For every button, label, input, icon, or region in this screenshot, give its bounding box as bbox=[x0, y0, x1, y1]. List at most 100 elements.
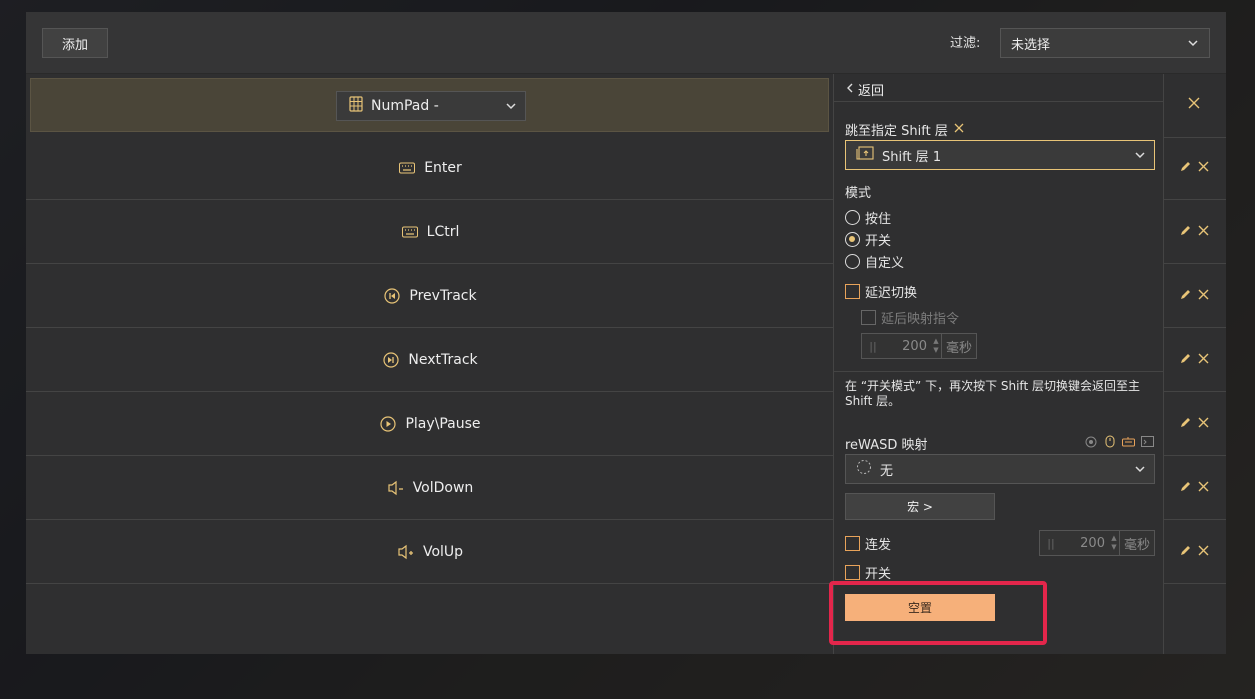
radio-icon bbox=[845, 210, 860, 225]
list-item-label: Enter bbox=[424, 159, 462, 176]
edit-icon[interactable] bbox=[1180, 545, 1191, 560]
delete-icon[interactable] bbox=[1198, 161, 1209, 176]
filter-value: 未选择 bbox=[1011, 37, 1051, 53]
drag-handle-icon[interactable]: || bbox=[1040, 537, 1062, 550]
shift-layer-icon bbox=[856, 146, 874, 164]
filter-select[interactable]: 未选择 bbox=[1000, 28, 1210, 58]
mouse-icon[interactable] bbox=[1103, 435, 1116, 448]
list-item[interactable]: Play\Pause bbox=[26, 392, 834, 456]
mapping-panel: 返回 跳至指定 Shift 层 Shift 层 1 模式 按住 开关 自定义 延… bbox=[833, 74, 1164, 654]
checkbox-label: 开关 bbox=[865, 567, 892, 582]
list-item-label: VolUp bbox=[422, 543, 464, 560]
edit-icon[interactable] bbox=[1180, 289, 1191, 304]
delete-icon[interactable] bbox=[1198, 545, 1209, 560]
checkbox-icon bbox=[845, 565, 860, 580]
jump-shift-title: 跳至指定 Shift 层 bbox=[845, 124, 948, 139]
list-item[interactable]: VolDown bbox=[26, 456, 834, 520]
turbo-checkbox[interactable]: 连发 bbox=[845, 534, 891, 553]
delete-icon[interactable] bbox=[1198, 481, 1209, 496]
edit-icon[interactable] bbox=[1180, 481, 1191, 496]
divider bbox=[834, 101, 1164, 102]
delete-icon[interactable] bbox=[1198, 353, 1209, 368]
volume-down-icon bbox=[387, 479, 405, 497]
toggle-checkbox[interactable]: 开关 bbox=[845, 563, 891, 582]
mode-radio-toggle[interactable]: 开关 bbox=[845, 230, 891, 249]
prev-track-icon bbox=[383, 287, 401, 305]
chevron-down-icon bbox=[1134, 149, 1146, 161]
list-item-label: LCtrl bbox=[426, 223, 460, 240]
delete-icon[interactable] bbox=[1198, 225, 1209, 240]
list-item-label: NextTrack bbox=[408, 351, 478, 368]
toolbar: 添加 过滤: 未选择 bbox=[26, 12, 1226, 74]
row-actions-item bbox=[1164, 264, 1226, 328]
delete-icon[interactable] bbox=[1198, 417, 1209, 432]
row-actions-item bbox=[1164, 392, 1226, 456]
close-icon[interactable] bbox=[1188, 97, 1200, 113]
stepper-value: 200 bbox=[902, 338, 927, 354]
radio-label: 开关 bbox=[865, 234, 892, 249]
list-item[interactable]: LCtrl bbox=[26, 200, 834, 264]
checkbox-label: 连发 bbox=[865, 538, 892, 553]
empty-mapping-icon bbox=[856, 459, 872, 479]
edit-icon[interactable] bbox=[1180, 417, 1191, 432]
radio-icon bbox=[845, 254, 860, 269]
macro-button[interactable]: 宏 > bbox=[845, 493, 995, 520]
group-select-value: NumPad - bbox=[371, 98, 439, 114]
checkbox-label: 延后映射指令 bbox=[881, 312, 960, 327]
list-item[interactable]: Enter bbox=[26, 136, 834, 200]
edit-icon[interactable] bbox=[1180, 161, 1191, 176]
keyboard-icon[interactable] bbox=[1122, 435, 1135, 448]
mode-radio-hold[interactable]: 按住 bbox=[845, 208, 891, 227]
group-select[interactable]: NumPad - bbox=[336, 91, 526, 121]
mode-radio-custom[interactable]: 自定义 bbox=[845, 252, 904, 271]
terminal-icon[interactable] bbox=[1141, 435, 1154, 448]
row-actions-item bbox=[1164, 456, 1226, 520]
remove-icon[interactable] bbox=[954, 122, 964, 137]
add-button[interactable]: 添加 bbox=[42, 28, 108, 58]
chevron-down-icon bbox=[1187, 37, 1199, 49]
play-pause-icon bbox=[379, 415, 397, 433]
radio-label: 自定义 bbox=[865, 256, 905, 271]
filter-label: 过滤: bbox=[950, 36, 981, 51]
jump-shift-label: 跳至指定 Shift 层 bbox=[845, 120, 964, 139]
back-button[interactable]: 返回 bbox=[846, 80, 884, 99]
drag-handle-icon[interactable]: || bbox=[862, 340, 884, 353]
chevron-down-icon bbox=[505, 100, 517, 112]
highlight-frame bbox=[829, 581, 1047, 645]
list-item-label: PrevTrack bbox=[409, 287, 477, 304]
row-actions-item bbox=[1164, 328, 1226, 392]
toggle-mode-note: 在 “开关模式” 下，再次按下 Shift 层切换键会返回至主 Shift 层。 bbox=[845, 379, 1140, 408]
shift-layer-value: Shift 层 1 bbox=[882, 149, 942, 165]
divider bbox=[834, 371, 1164, 372]
delay-stepper[interactable]: || 200 ▲ ▼ 毫秒 bbox=[861, 333, 977, 359]
stepper-arrows-icon[interactable]: ▲ ▼ bbox=[931, 338, 941, 354]
list-item[interactable]: NextTrack bbox=[26, 328, 834, 392]
stepper-unit: 毫秒 bbox=[940, 334, 976, 358]
shift-layer-select[interactable]: Shift 层 1 bbox=[845, 140, 1155, 170]
radio-selected-icon bbox=[845, 232, 860, 247]
row-actions-item bbox=[1164, 136, 1226, 200]
stepper-arrows-icon[interactable]: ▲ ▼ bbox=[1109, 535, 1119, 551]
stepper-unit: 毫秒 bbox=[1118, 531, 1154, 555]
gamepad-icon[interactable] bbox=[1084, 435, 1097, 448]
keyboard-icon bbox=[401, 223, 419, 241]
stepper-value: 200 bbox=[1080, 535, 1105, 551]
edit-icon[interactable] bbox=[1180, 353, 1191, 368]
list-item-label: Play\Pause bbox=[405, 415, 481, 432]
delay-mapping-checkbox[interactable]: 延后映射指令 bbox=[861, 308, 959, 327]
list-item[interactable]: PrevTrack bbox=[26, 264, 834, 328]
mapping-type-icons bbox=[1084, 435, 1154, 448]
mode-label: 模式 bbox=[845, 186, 872, 201]
delay-switch-checkbox[interactable]: 延迟切换 bbox=[845, 282, 917, 301]
chevron-down-icon bbox=[1134, 463, 1146, 475]
chevron-left-icon bbox=[846, 82, 854, 98]
turbo-stepper[interactable]: || 200 ▲ ▼ 毫秒 bbox=[1039, 530, 1155, 556]
edit-icon[interactable] bbox=[1180, 225, 1191, 240]
list-item[interactable]: VolUp bbox=[26, 520, 834, 584]
back-label: 返回 bbox=[858, 84, 885, 99]
checkbox-icon bbox=[845, 536, 860, 551]
delete-icon[interactable] bbox=[1198, 289, 1209, 304]
checkbox-label: 延迟切换 bbox=[865, 286, 918, 301]
group-actions bbox=[1164, 74, 1226, 138]
mapping-select[interactable]: 无 bbox=[845, 454, 1155, 484]
